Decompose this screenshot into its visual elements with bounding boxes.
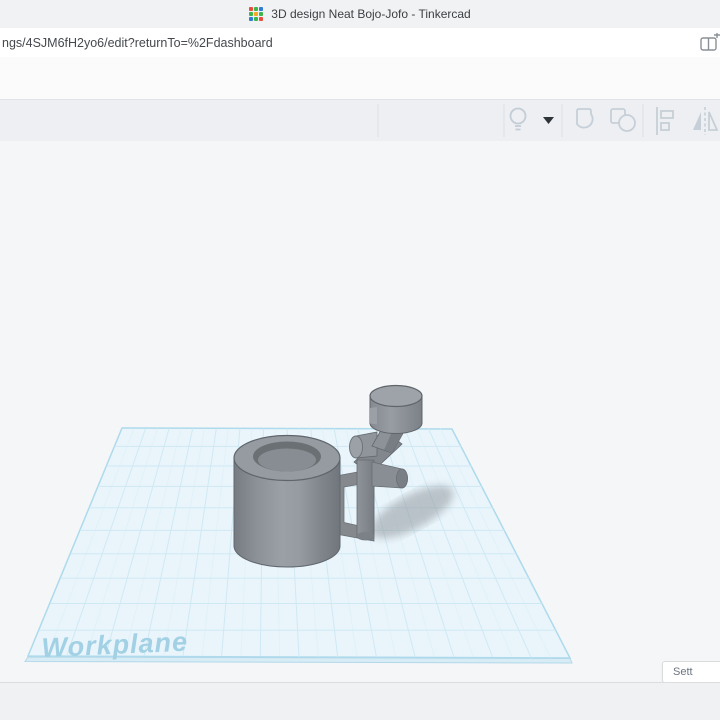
screen: 3D design Neat Bojo-Jofo - Tinkercad ngs…	[0, 0, 720, 720]
3d-viewport[interactable]: Workplane Sett	[0, 141, 720, 683]
shape-toolbar	[0, 99, 720, 142]
model-pipe-vertical	[356, 459, 375, 541]
browser-tab-bar: 3D design Neat Bojo-Jofo - Tinkercad	[0, 0, 720, 29]
align-icon[interactable]	[656, 107, 674, 135]
settings-button[interactable]: Sett	[662, 661, 720, 683]
workplane-label: Workplane	[41, 627, 189, 663]
url-text: ngs/4SJM6fH2yo6/edit?returnTo=%2Fdashboa…	[2, 35, 273, 50]
taskbar: Search T	[0, 682, 720, 720]
tab-title: 3D design Neat Bojo-Jofo - Tinkercad	[271, 7, 471, 21]
browser-tab[interactable]: 3D design Neat Bojo-Jofo - Tinkercad	[249, 7, 471, 21]
tinkercad-favicon-icon	[249, 7, 264, 21]
group-icon[interactable]	[576, 108, 594, 129]
split-screen-icon[interactable]	[700, 33, 720, 53]
page-header-blank	[0, 57, 720, 99]
mirror-icon[interactable]	[693, 107, 719, 135]
light-toggle-icon[interactable]	[509, 107, 527, 131]
model-cap-notch	[370, 407, 377, 425]
ungroup-icon[interactable]	[610, 108, 636, 132]
light-dropdown-icon[interactable]	[543, 117, 554, 124]
viewport-canvas: Workplane	[0, 141, 720, 682]
address-bar[interactable]: ngs/4SJM6fH2yo6/edit?returnTo=%2Fdashboa…	[0, 28, 720, 58]
model-cap-top	[369, 384, 423, 408]
model-pipe-foot	[357, 532, 374, 540]
model-pipe-end	[396, 468, 408, 489]
model-mug-hole-wall	[258, 448, 316, 472]
model-stub-face	[349, 435, 363, 459]
